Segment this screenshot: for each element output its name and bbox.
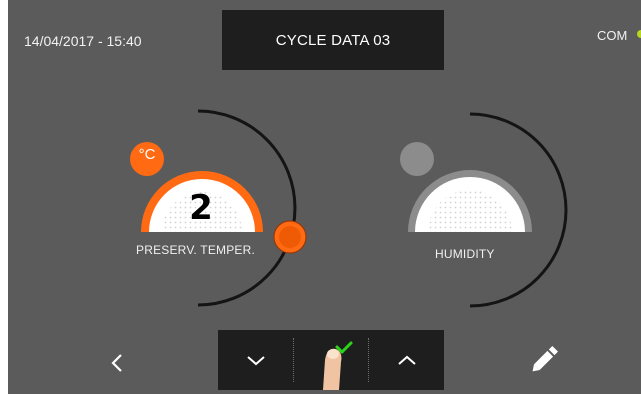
chevron-left-icon [111, 354, 122, 372]
chevron-up-icon [397, 355, 416, 365]
check-icon [323, 341, 353, 390]
chevron-down-icon [246, 356, 265, 366]
humidity-gauge [400, 112, 568, 308]
bottom-control-bar [218, 330, 444, 390]
humidity-label: HUMIDITY [435, 247, 495, 261]
pencil-icon [532, 345, 559, 372]
humidity-knob[interactable] [400, 142, 434, 176]
temperature-knob-inner [279, 226, 301, 248]
confirm-button[interactable] [294, 330, 368, 390]
controller-screen: 14/04/2017 - 15:40 CYCLE DATA 03 COM °C … [8, 0, 641, 394]
increase-button[interactable] [369, 330, 444, 390]
back-button[interactable] [102, 346, 132, 380]
temperature-label: PRESERV. TEMPER. [136, 243, 256, 257]
temperature-value: 2 [189, 188, 213, 228]
edit-button[interactable] [528, 340, 564, 376]
decrease-button[interactable] [218, 330, 293, 390]
temperature-unit: °C [138, 146, 156, 163]
